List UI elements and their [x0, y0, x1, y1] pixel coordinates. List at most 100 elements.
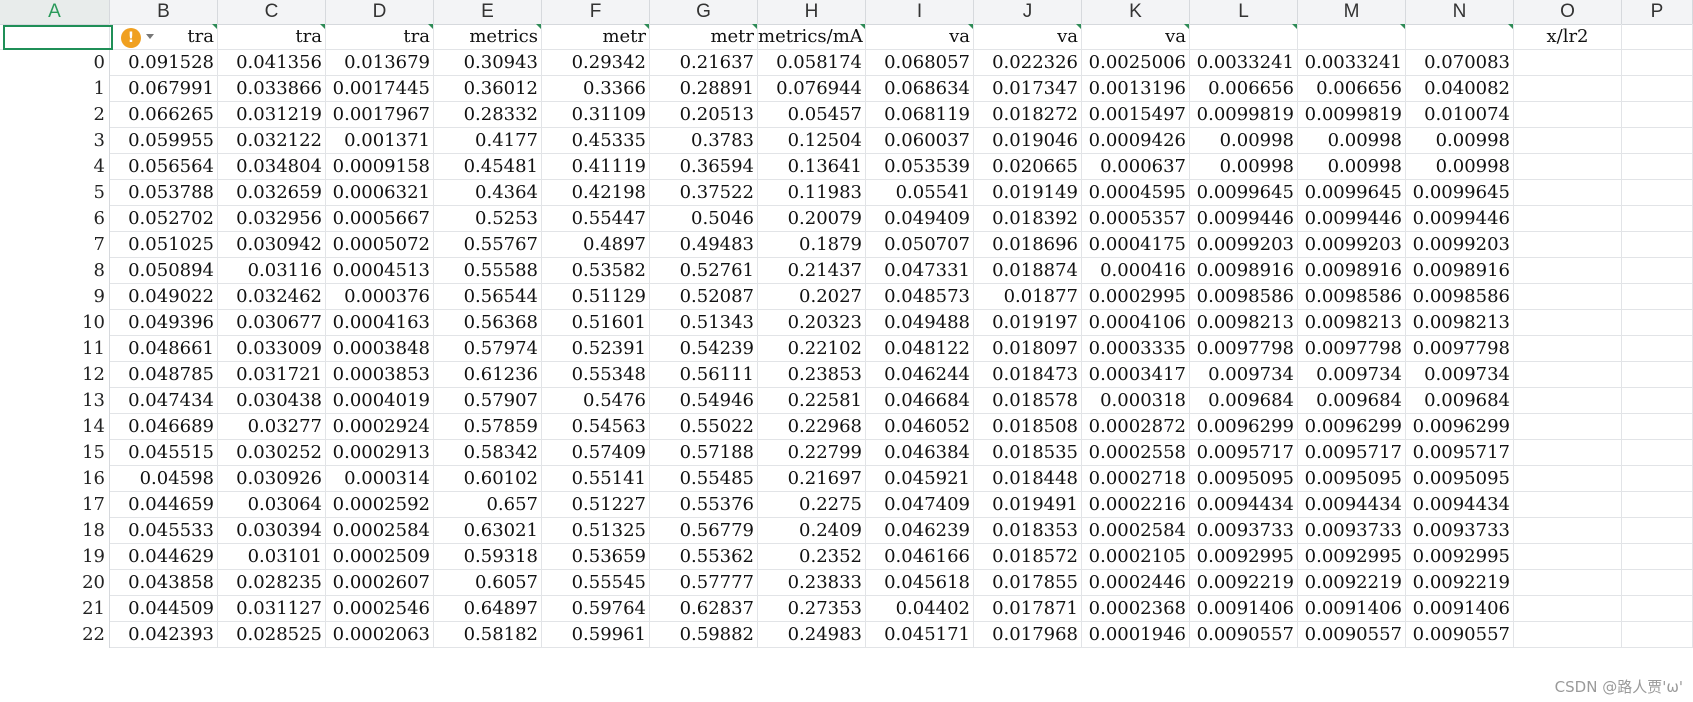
- header-cell-f[interactable]: metr: [542, 24, 650, 50]
- cell-c[interactable]: 0.032659: [218, 180, 326, 206]
- cell-i[interactable]: 0.049488: [866, 310, 974, 336]
- column-header-l[interactable]: L: [1190, 0, 1298, 24]
- cell-l[interactable]: 0.009734: [1190, 362, 1298, 388]
- header-cell-j[interactable]: va: [974, 24, 1082, 50]
- cell-c[interactable]: 0.030394: [218, 518, 326, 544]
- cell-n[interactable]: 0.009734: [1406, 362, 1514, 388]
- cell-c[interactable]: 0.030252: [218, 440, 326, 466]
- cell-g[interactable]: 0.57188: [650, 440, 758, 466]
- row-index-cell[interactable]: 2: [0, 102, 110, 128]
- row-index-cell[interactable]: 11: [0, 336, 110, 362]
- cell-j[interactable]: 0.017347: [974, 76, 1082, 102]
- row-index-cell[interactable]: 14: [0, 414, 110, 440]
- cell-g[interactable]: 0.55376: [650, 492, 758, 518]
- cell-e[interactable]: 0.45481: [434, 154, 542, 180]
- column-header-h[interactable]: H: [758, 0, 866, 24]
- cell-h[interactable]: 0.24983: [758, 622, 866, 648]
- cell-c[interactable]: 0.028525: [218, 622, 326, 648]
- row-index-cell[interactable]: 1: [0, 76, 110, 102]
- cell-d[interactable]: 0.0005667: [326, 206, 434, 232]
- cell-k[interactable]: 0.0005357: [1082, 206, 1190, 232]
- header-cell-p[interactable]: [1622, 24, 1693, 50]
- cell-i[interactable]: 0.046239: [866, 518, 974, 544]
- cell-i[interactable]: 0.046166: [866, 544, 974, 570]
- cell-i[interactable]: 0.04402: [866, 596, 974, 622]
- cell-m[interactable]: 0.006656: [1298, 76, 1406, 102]
- cell-f[interactable]: 0.42198: [542, 180, 650, 206]
- cell-o[interactable]: [1514, 570, 1622, 596]
- cell-e[interactable]: 0.61236: [434, 362, 542, 388]
- cell-o[interactable]: [1514, 102, 1622, 128]
- cell-h[interactable]: 0.13641: [758, 154, 866, 180]
- cell-g[interactable]: 0.3783: [650, 128, 758, 154]
- cell-m[interactable]: 0.0099203: [1298, 232, 1406, 258]
- cell-m[interactable]: 0.0033241: [1298, 50, 1406, 76]
- cell-j[interactable]: 0.018392: [974, 206, 1082, 232]
- cell-b[interactable]: 0.045515: [110, 440, 218, 466]
- cell-f[interactable]: 0.53582: [542, 258, 650, 284]
- column-header-d[interactable]: D: [326, 0, 434, 24]
- row-index-cell[interactable]: 16: [0, 466, 110, 492]
- cell-j[interactable]: 0.018448: [974, 466, 1082, 492]
- header-cell-c[interactable]: tra: [218, 24, 326, 50]
- cell-l[interactable]: 0.0099819: [1190, 102, 1298, 128]
- cell-m[interactable]: 0.009684: [1298, 388, 1406, 414]
- cell-g[interactable]: 0.37522: [650, 180, 758, 206]
- cell-d[interactable]: 0.000314: [326, 466, 434, 492]
- cell-k[interactable]: 0.000318: [1082, 388, 1190, 414]
- cell-b[interactable]: 0.059955: [110, 128, 218, 154]
- cell-f[interactable]: 0.29342: [542, 50, 650, 76]
- cell-o[interactable]: [1514, 76, 1622, 102]
- cell-k[interactable]: 0.0004106: [1082, 310, 1190, 336]
- cell-c[interactable]: 0.031219: [218, 102, 326, 128]
- cell-g[interactable]: 0.59882: [650, 622, 758, 648]
- cell-k[interactable]: 0.0004595: [1082, 180, 1190, 206]
- cell-l[interactable]: 0.0098586: [1190, 284, 1298, 310]
- cell-f[interactable]: 0.59961: [542, 622, 650, 648]
- cell-n[interactable]: 0.0092995: [1406, 544, 1514, 570]
- cell-f[interactable]: 0.45335: [542, 128, 650, 154]
- row-index-cell[interactable]: 5: [0, 180, 110, 206]
- cell-n[interactable]: 0.0099203: [1406, 232, 1514, 258]
- cell-e[interactable]: 0.28332: [434, 102, 542, 128]
- cell-j[interactable]: 0.019149: [974, 180, 1082, 206]
- cell-e[interactable]: 0.57859: [434, 414, 542, 440]
- cell-e[interactable]: 0.4177: [434, 128, 542, 154]
- cell-f[interactable]: 0.51227: [542, 492, 650, 518]
- cell-b[interactable]: 0.049396: [110, 310, 218, 336]
- cell-l[interactable]: 0.0096299: [1190, 414, 1298, 440]
- cell-e[interactable]: 0.63021: [434, 518, 542, 544]
- cell-m[interactable]: 0.0091406: [1298, 596, 1406, 622]
- cell-k[interactable]: 0.0002368: [1082, 596, 1190, 622]
- cell-i[interactable]: 0.048573: [866, 284, 974, 310]
- cell-i[interactable]: 0.047331: [866, 258, 974, 284]
- cell-m[interactable]: 0.0095717: [1298, 440, 1406, 466]
- cell-g[interactable]: 0.57777: [650, 570, 758, 596]
- cell-b[interactable]: 0.051025: [110, 232, 218, 258]
- cell-n[interactable]: 0.00998: [1406, 154, 1514, 180]
- cell-c[interactable]: 0.030926: [218, 466, 326, 492]
- cell-g[interactable]: 0.56111: [650, 362, 758, 388]
- cell-l[interactable]: 0.0094434: [1190, 492, 1298, 518]
- cell-h[interactable]: 0.22581: [758, 388, 866, 414]
- cell-d[interactable]: 0.0005072: [326, 232, 434, 258]
- cell-h[interactable]: 0.2027: [758, 284, 866, 310]
- cell-h[interactable]: 0.20079: [758, 206, 866, 232]
- header-cell-d[interactable]: tra: [326, 24, 434, 50]
- cell-d[interactable]: 0.0004163: [326, 310, 434, 336]
- cell-n[interactable]: 0.0093733: [1406, 518, 1514, 544]
- cell-h[interactable]: 0.22102: [758, 336, 866, 362]
- cell-p[interactable]: [1622, 102, 1693, 128]
- cell-c[interactable]: 0.041356: [218, 50, 326, 76]
- cell-o[interactable]: [1514, 466, 1622, 492]
- cell-i[interactable]: 0.060037: [866, 128, 974, 154]
- cell-p[interactable]: [1622, 310, 1693, 336]
- cell-l[interactable]: 0.0095095: [1190, 466, 1298, 492]
- cell-k[interactable]: 0.0025006: [1082, 50, 1190, 76]
- cell-j[interactable]: 0.018508: [974, 414, 1082, 440]
- cell-g[interactable]: 0.54946: [650, 388, 758, 414]
- cell-l[interactable]: 0.0099203: [1190, 232, 1298, 258]
- cell-i[interactable]: 0.050707: [866, 232, 974, 258]
- cell-b[interactable]: 0.042393: [110, 622, 218, 648]
- cell-b[interactable]: 0.048785: [110, 362, 218, 388]
